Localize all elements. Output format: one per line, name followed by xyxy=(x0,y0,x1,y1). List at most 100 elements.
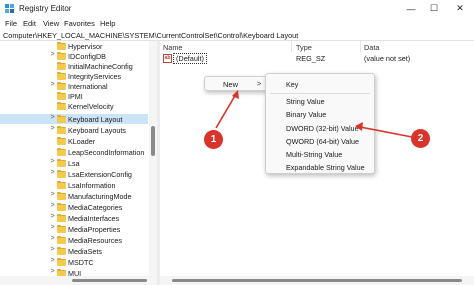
address-path[interactable]: Computer\HKEY_LOCAL_MACHINE\SYSTEM\Curre… xyxy=(3,31,298,40)
menu-item-dword-value[interactable]: DWORD (32-bit) Value xyxy=(286,124,359,133)
chevron-right-icon: > xyxy=(257,79,262,88)
callout-badge-1: 1 xyxy=(204,130,223,149)
column-divider[interactable] xyxy=(360,41,361,52)
tree-horizontal-scroll-thumb[interactable] xyxy=(72,279,147,282)
folder-icon xyxy=(57,137,66,145)
menu-file[interactable]: File xyxy=(5,19,17,28)
new-submenu: Key String Value Binary Value DWORD (32-… xyxy=(265,73,375,174)
list-horizontal-scroll-thumb[interactable] xyxy=(172,279,462,282)
minimize-button[interactable]: — xyxy=(403,2,419,15)
expand-chevron-icon[interactable]: > xyxy=(49,81,56,88)
tree-item[interactable]: > ManufacturingMode xyxy=(0,191,148,201)
registry-tree: Hypervisor > IDConfigDB InitialMachineCon… xyxy=(0,41,157,279)
maximize-button[interactable]: ☐ xyxy=(426,2,442,15)
expand-chevron-icon[interactable]: > xyxy=(49,158,56,165)
expand-chevron-icon[interactable]: > xyxy=(49,51,56,58)
expand-chevron-icon[interactable]: > xyxy=(49,191,56,198)
column-divider[interactable] xyxy=(291,41,292,52)
tree-item[interactable]: > Keyboard Layouts xyxy=(0,125,148,135)
tree-item[interactable]: > International xyxy=(0,81,148,91)
menu-view[interactable]: View xyxy=(43,19,59,28)
column-header-data[interactable]: Data xyxy=(364,43,379,52)
expand-chevron-icon[interactable]: > xyxy=(49,114,56,121)
menu-item-qword-value[interactable]: QWORD (64-bit) Value xyxy=(286,137,359,146)
menu-help[interactable]: Help xyxy=(100,19,115,28)
tree-item[interactable]: > LsaExtensionConfig xyxy=(0,169,148,179)
menu-favorites[interactable]: Favorites xyxy=(64,19,95,28)
expand-chevron-icon[interactable]: > xyxy=(49,246,56,253)
expand-chevron-icon[interactable]: > xyxy=(49,224,56,231)
value-row[interactable]: ab (Default) REG_SZ (value not set) xyxy=(160,53,460,64)
folder-icon xyxy=(57,148,66,156)
tree-item-label: MediaCategories xyxy=(68,203,123,212)
address-bar[interactable]: Computer\HKEY_LOCAL_MACHINE\SYSTEM\Curre… xyxy=(0,29,474,41)
tree-item-label: MSDTC xyxy=(68,258,94,267)
column-header-type[interactable]: Type xyxy=(296,43,312,52)
expand-chevron-icon[interactable]: > xyxy=(49,268,56,275)
tree-vertical-scroll-thumb[interactable] xyxy=(151,126,155,156)
folder-icon xyxy=(57,42,66,50)
tree-item[interactable]: Hypervisor xyxy=(0,41,148,51)
column-header-name[interactable]: Name xyxy=(163,43,182,52)
folder-icon xyxy=(57,181,66,189)
tree-item-label: Lsa xyxy=(68,159,80,168)
tree-vertical-scrollbar[interactable] xyxy=(149,41,157,279)
title-bar: Registry Editor — ☐ ✕ xyxy=(0,0,474,18)
folder-icon xyxy=(57,247,66,255)
tree-item[interactable]: > MediaInterfaces xyxy=(0,213,148,223)
menu-edit[interactable]: Edit xyxy=(23,19,36,28)
expand-chevron-icon[interactable]: > xyxy=(49,169,56,176)
menu-item-binary-value[interactable]: Binary Value xyxy=(286,110,326,119)
folder-icon xyxy=(57,115,66,123)
tree-item[interactable]: > MediaProperties xyxy=(0,224,148,234)
folder-icon xyxy=(57,236,66,244)
string-value-icon: ab xyxy=(163,54,172,63)
folder-icon xyxy=(57,72,66,80)
tree-item-label: MediaInterfaces xyxy=(68,214,120,223)
tree-item[interactable]: > IDConfigDB xyxy=(0,51,148,61)
folder-icon xyxy=(57,102,66,110)
menu-item-key[interactable]: Key xyxy=(286,80,298,89)
expand-chevron-icon[interactable]: > xyxy=(49,125,56,132)
expand-chevron-icon[interactable]: > xyxy=(49,257,56,264)
tree-item[interactable]: LsaInformation xyxy=(0,180,148,190)
tree-item-label: MediaResources xyxy=(68,236,122,245)
tree-item[interactable]: > MediaSets xyxy=(0,246,148,256)
folder-icon xyxy=(57,52,66,60)
window-title: Registry Editor xyxy=(19,4,72,13)
tree-item-label: LsaInformation xyxy=(68,181,116,190)
expand-chevron-icon[interactable]: > xyxy=(49,202,56,209)
tree-item[interactable]: IPMI xyxy=(0,91,148,101)
tree-item[interactable]: KernelVelocity xyxy=(0,101,148,111)
folder-icon xyxy=(57,192,66,200)
context-menu: New > xyxy=(204,76,269,91)
tree-item-label: MediaSets xyxy=(68,247,102,256)
folder-icon xyxy=(57,258,66,266)
tree-item-selected[interactable]: > Keyboard Layout xyxy=(0,114,148,124)
callout-badge-2: 2 xyxy=(411,129,430,148)
tree-item-label: International xyxy=(68,82,108,91)
folder-icon xyxy=(57,62,66,70)
expand-chevron-icon[interactable]: > xyxy=(49,235,56,242)
tree-item[interactable]: KLoader xyxy=(0,136,148,146)
folder-icon xyxy=(57,225,66,233)
menu-item-expandable-string-value[interactable]: Expandable String Value xyxy=(286,163,365,172)
tree-item[interactable]: > MediaCategories xyxy=(0,202,148,212)
menu-item-multi-string-value[interactable]: Multi-String Value xyxy=(286,150,342,159)
menu-item-new[interactable]: New xyxy=(223,80,238,89)
tree-item[interactable]: LeapSecondInformation xyxy=(0,147,148,157)
tree-item[interactable]: > MSDTC xyxy=(0,257,148,267)
tree-item-label: IntegrityServices xyxy=(68,72,122,81)
tree-item[interactable]: IntegrityServices xyxy=(0,71,148,81)
tree-item[interactable]: InitialMachineConfig xyxy=(0,61,148,71)
tree-item[interactable]: > MediaResources xyxy=(0,235,148,245)
tree-item-label: Keyboard Layout xyxy=(68,115,123,124)
tree-item[interactable]: > Lsa xyxy=(0,158,148,168)
expand-chevron-icon[interactable]: > xyxy=(49,213,56,220)
close-button[interactable]: ✕ xyxy=(452,2,468,15)
folder-icon xyxy=(57,170,66,178)
tree-item-label: LsaExtensionConfig xyxy=(68,170,132,179)
registry-editor-icon xyxy=(5,4,14,13)
tree-item-label: IPMI xyxy=(68,92,83,101)
menu-item-string-value[interactable]: String Value xyxy=(286,97,325,106)
